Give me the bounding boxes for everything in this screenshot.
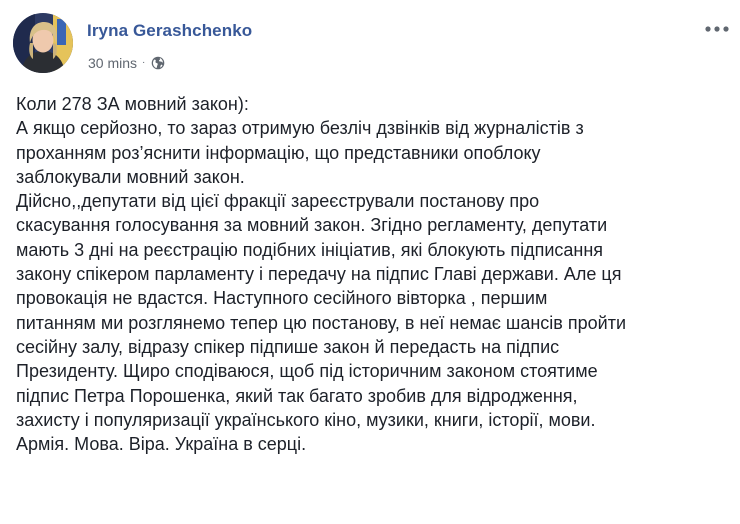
post-text-line: А якщо серйозно, то зараз отримую безліч… bbox=[16, 118, 584, 139]
post-text-line: заблокували мовний закон. bbox=[16, 166, 245, 187]
post-text-line: закону спікером парламенту і передачу на… bbox=[16, 264, 622, 285]
post-text-line: провокація не вдастся. Наступного сесійн… bbox=[16, 288, 548, 309]
post-text-line: Коли 278 ЗА мовний закон): bbox=[16, 94, 249, 114]
post-text-line: скасування голосування за мовний закон. … bbox=[16, 215, 608, 236]
more-options-icon[interactable] bbox=[702, 14, 732, 44]
post-body: Коли 278 ЗА мовний закон): А якщо серйоз… bbox=[16, 92, 732, 456]
post-text-line: захисту і популяризації українського кін… bbox=[16, 409, 596, 430]
post-meta: 30 mins · bbox=[88, 53, 165, 73]
post-timestamp[interactable]: 30 mins bbox=[88, 55, 137, 71]
facebook-post: Iryna Gerashchenko 30 mins · Коли 278 ЗА… bbox=[0, 0, 740, 524]
post-text-line: Президенту. Щиро сподіваюся, щоб під іст… bbox=[16, 361, 598, 382]
post-text-line: мають 3 дні на реєстрацію подібних ініці… bbox=[16, 239, 604, 260]
post-text-line: Армія. Мова. Віра. Україна в серці. bbox=[16, 434, 307, 455]
profile-avatar-icon bbox=[13, 13, 73, 73]
globe-icon[interactable] bbox=[151, 56, 165, 70]
author-avatar[interactable] bbox=[13, 13, 73, 73]
post-text-line: Дійсно,,депутати від цієї фракції зареєс… bbox=[16, 191, 540, 212]
post-text-line: підпис Петра Порошенка, який так багато … bbox=[16, 385, 578, 406]
post-text-line: питанням ми розглянемо тепер цю постанов… bbox=[16, 312, 626, 333]
post-text-line: сесійну залу, відразу спікер підпише зак… bbox=[16, 336, 560, 357]
post-text-line: проханням роз’яснити інформацію, що пред… bbox=[16, 142, 541, 163]
meta-separator: · bbox=[142, 57, 146, 68]
post-author-name[interactable]: Iryna Gerashchenko bbox=[87, 21, 252, 41]
